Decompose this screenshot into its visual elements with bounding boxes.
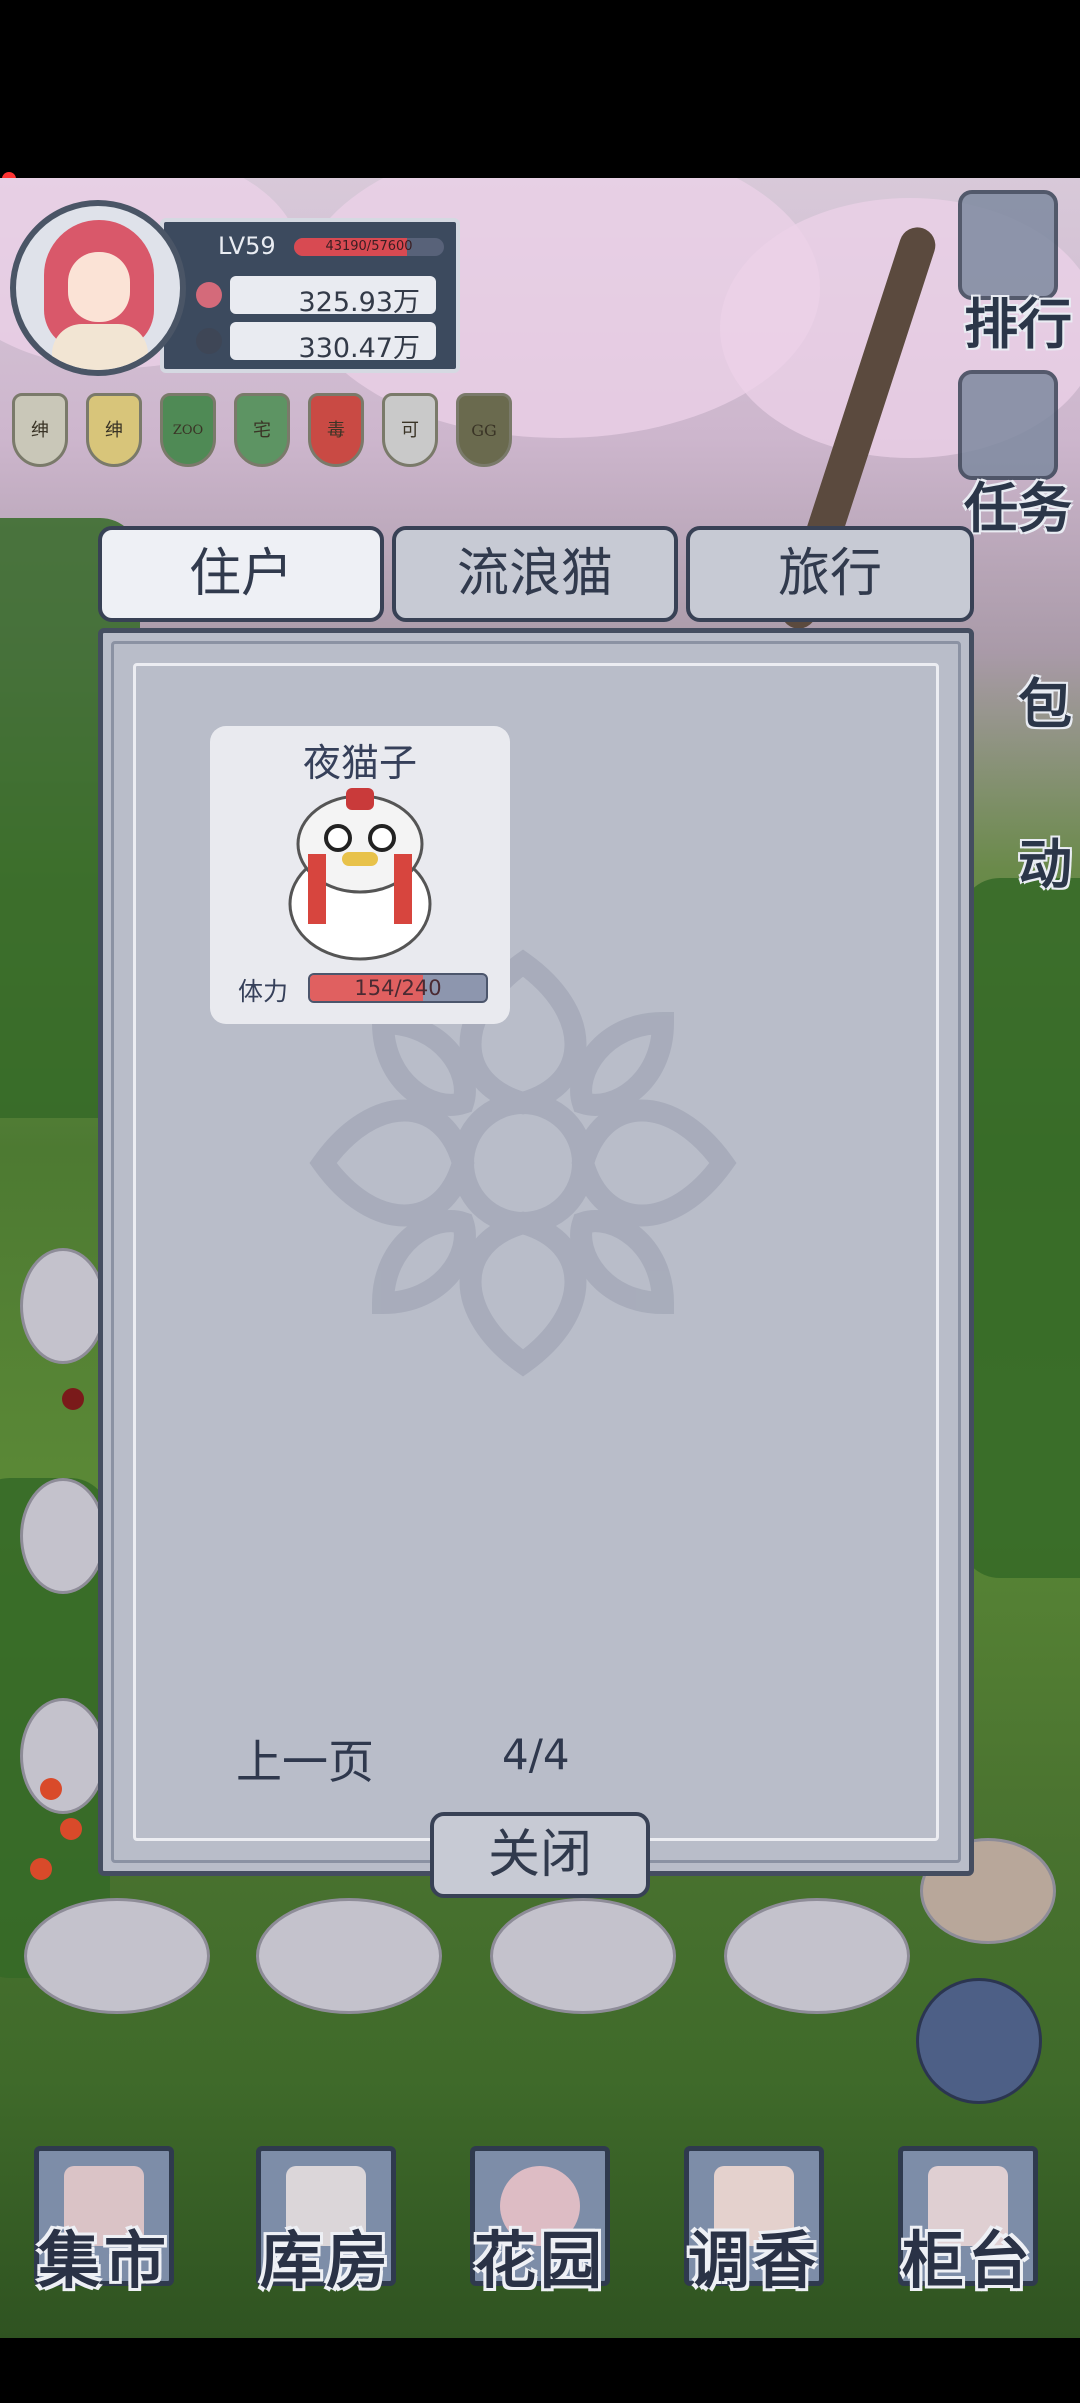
nav-garden-label: 花园 [473, 2224, 606, 2297]
garden-plot[interactable] [24, 1898, 210, 2014]
rank-button[interactable]: 排行 [936, 280, 1072, 359]
garden-plot[interactable] [724, 1898, 910, 2014]
player-stats: LV59 43190/57600 325.93万 330.47万 [160, 218, 460, 373]
badge[interactable]: 绅 [86, 393, 142, 467]
stepping-stone [20, 1478, 106, 1594]
stepping-stone [20, 1248, 106, 1364]
seed-bag-icon[interactable] [916, 1978, 1042, 2104]
tab-strays[interactable]: 流浪猫 [392, 526, 678, 622]
badge[interactable]: 可 [382, 393, 438, 467]
flower [62, 1388, 84, 1410]
garden-plot[interactable] [256, 1898, 442, 2014]
hedge [960, 878, 1080, 1578]
nav-perfume-label: 调香 [687, 2224, 820, 2297]
nav-warehouse[interactable]: 库房 [246, 2146, 406, 2306]
resource-1-value: 325.93万 [298, 287, 420, 318]
close-button[interactable]: 关闭 [430, 1812, 650, 1898]
exp-bar: 43190/57600 [294, 238, 444, 256]
tab-residents[interactable]: 住户 [98, 526, 384, 622]
lion-dance-cat-icon [288, 788, 432, 961]
status-bar [0, 0, 1080, 170]
badge-row: 绅 绅 ZOO 宅 毒 可 GG [12, 393, 522, 473]
nav-warehouse-label: 库房 [259, 2224, 392, 2297]
garden-plot[interactable] [490, 1898, 676, 2014]
avatar-face [68, 252, 130, 322]
page-indicator: 4/4 [502, 1730, 570, 1779]
flower [30, 1858, 52, 1880]
cat-card[interactable]: 夜猫子 体力 154/240 [210, 726, 510, 1024]
badge[interactable]: ZOO [160, 393, 216, 467]
flower [60, 1818, 82, 1840]
badge[interactable]: 宅 [234, 393, 290, 467]
flower [40, 1778, 62, 1800]
leaf-coin-icon [196, 328, 222, 354]
heart-coin-icon [196, 282, 222, 308]
nav-market-label: 集市 [37, 2224, 170, 2297]
avatar-body [52, 324, 148, 370]
stamina-value: 154/240 [354, 976, 442, 1000]
player-panel: LV59 43190/57600 325.93万 330.47万 [10, 200, 468, 376]
nav-counter-label: 柜台 [901, 2224, 1034, 2297]
nav-garden[interactable]: 花园 [460, 2146, 620, 2306]
stepping-stone [20, 1698, 106, 1814]
badge[interactable]: GG [456, 393, 512, 467]
resource-2-value: 330.47万 [298, 333, 420, 364]
bottom-bar [0, 2338, 1080, 2403]
nav-perfume[interactable]: 调香 [674, 2146, 834, 2306]
resource-row-1: 325.93万 [196, 276, 436, 318]
exp-text: 43190/57600 [325, 239, 413, 254]
nav-counter[interactable]: 柜台 [888, 2146, 1048, 2306]
badge[interactable]: 绅 [12, 393, 68, 467]
resource-row-2: 330.47万 [196, 322, 436, 364]
stamina-label: 体力 [238, 977, 289, 1006]
prev-page-button[interactable]: 上一页 [236, 1726, 374, 1792]
nav-market[interactable]: 集市 [24, 2146, 184, 2306]
badge[interactable]: 毒 [308, 393, 364, 467]
player-level: LV59 [218, 232, 276, 260]
avatar[interactable] [10, 200, 186, 376]
stamina-bar: 154/240 [308, 973, 488, 1003]
tab-travel[interactable]: 旅行 [686, 526, 974, 622]
